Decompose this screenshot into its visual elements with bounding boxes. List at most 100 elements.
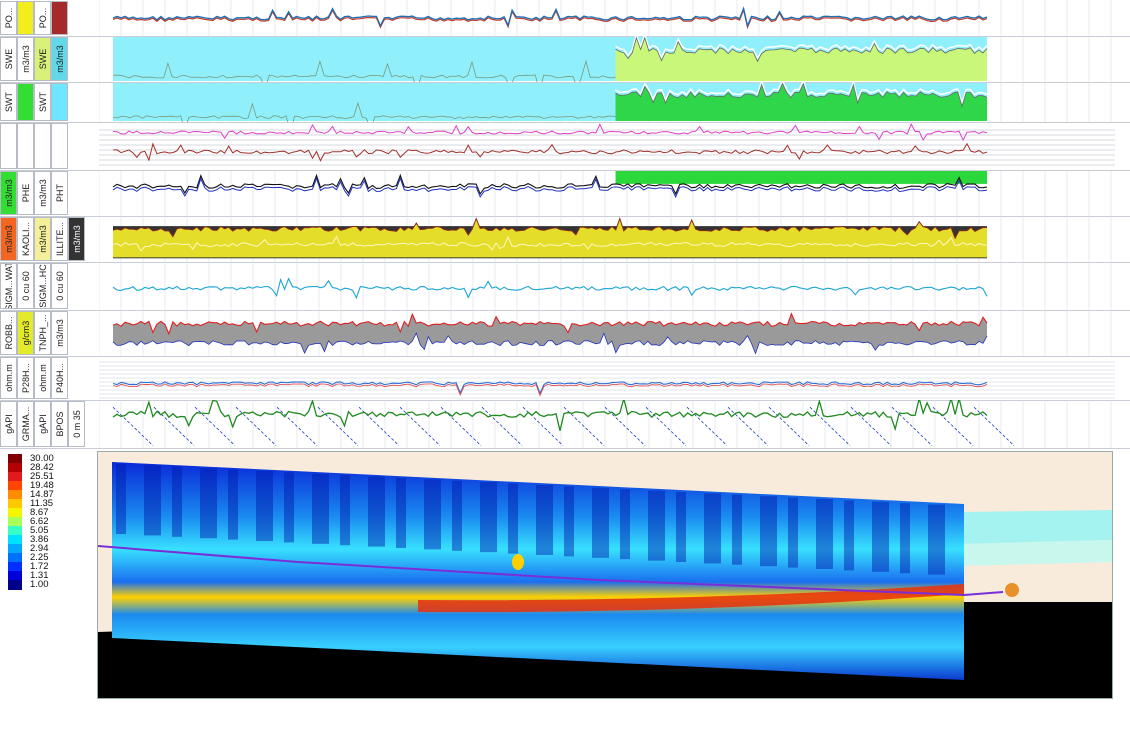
low-res-streak bbox=[480, 482, 497, 553]
log-curves-gr bbox=[99, 400, 1112, 448]
low-res-streak bbox=[620, 489, 630, 560]
log-track-sigm[interactable]: SIGM...WAT 0 cu 60 SIGM...HC 0 cu 60 bbox=[0, 262, 1130, 311]
track-header-p28h-3[interactable]: P40H... bbox=[51, 357, 68, 399]
track-header-label: m3/m3 bbox=[54, 45, 65, 73]
track-header-label: SWE bbox=[3, 48, 14, 70]
log-plot-blank[interactable] bbox=[99, 122, 1115, 170]
log-plot-gr[interactable] bbox=[99, 400, 1115, 448]
track-header-sigm-2[interactable]: SIGM...HC bbox=[34, 263, 51, 309]
track-header-label: m3/m3 bbox=[3, 179, 14, 207]
track-header-swt-0[interactable]: SWT bbox=[0, 83, 17, 121]
low-res-streak bbox=[424, 479, 441, 550]
layer-cyan bbox=[958, 510, 1112, 544]
track-header-blank-3[interactable] bbox=[51, 123, 68, 169]
track-header-pore-0[interactable]: PO... bbox=[0, 1, 17, 35]
track-header-kaol-4[interactable]: m3/m3 bbox=[68, 217, 85, 261]
track-header-label: PHT bbox=[54, 184, 65, 202]
track-header-gr-2[interactable]: gAPI bbox=[34, 401, 51, 447]
track-header-label: PO... bbox=[37, 7, 48, 29]
porosity-fill bbox=[615, 171, 987, 184]
log-track-gr[interactable]: gAPI GRMA... gAPI BPOS 0 m 35 bbox=[0, 400, 1130, 449]
track-header-label: SIGM...HC bbox=[37, 264, 48, 308]
track-header-phe-0[interactable]: m3/m3 bbox=[0, 171, 17, 215]
low-res-streak bbox=[844, 500, 854, 571]
log-track-swt[interactable]: SWT SWT bbox=[0, 82, 1130, 123]
log-plot-pore[interactable] bbox=[99, 0, 1115, 36]
track-header-phe-1[interactable]: PHE bbox=[17, 171, 34, 215]
bpos-curve bbox=[891, 406, 933, 446]
track-header-phe-3[interactable]: PHT bbox=[51, 171, 68, 215]
log-track-phe[interactable]: m3/m3 PHE m3/m3 PHT bbox=[0, 170, 1130, 217]
track-header-pore-2[interactable]: PO... bbox=[34, 1, 51, 35]
track-header-sigm-1[interactable]: 0 cu 60 bbox=[17, 263, 34, 309]
track-header-swt-1[interactable] bbox=[17, 83, 34, 121]
track-header-gr-1[interactable]: GRMA... bbox=[17, 401, 34, 447]
track-header-swe-3[interactable]: m3/m3 bbox=[51, 37, 68, 81]
low-res-streak bbox=[116, 464, 126, 534]
track-header-p28h-2[interactable]: ohm.m bbox=[34, 357, 51, 399]
track-header-blank-0[interactable] bbox=[0, 123, 17, 169]
track-header-kaol-2[interactable]: m3/m3 bbox=[34, 217, 51, 261]
track-header-label: m3/m3 bbox=[3, 225, 14, 253]
sigm-curve bbox=[112, 277, 988, 300]
low-res-streak bbox=[536, 485, 553, 555]
track-header-label: m3/m3 bbox=[37, 179, 48, 207]
track-header-blank-2[interactable] bbox=[34, 123, 51, 169]
track-header-swe-0[interactable]: SWE bbox=[0, 37, 17, 81]
track-header-p28h-1[interactable]: P28H... bbox=[17, 357, 34, 399]
track-header-gr-3[interactable]: BPOS bbox=[51, 401, 68, 447]
log-track-pore[interactable]: PO... PO... bbox=[0, 0, 1130, 37]
track-header-label: 0 cu 60 bbox=[54, 271, 65, 301]
log-track-swe[interactable]: SWE m3/m3 SWE m3/m3 bbox=[0, 36, 1130, 83]
log-curves-phe bbox=[99, 170, 1112, 216]
track-header-kaol-0[interactable]: m3/m3 bbox=[0, 217, 17, 261]
track-header-label: TNPH_... bbox=[37, 314, 48, 352]
track-header-gr-4[interactable]: 0 m 35 bbox=[68, 401, 85, 447]
track-header-rob-2[interactable]: TNPH_... bbox=[34, 311, 51, 355]
track-header-p28h-0[interactable]: ohm.m bbox=[0, 357, 17, 399]
track-header-gr-0[interactable]: gAPI bbox=[0, 401, 17, 447]
log-plot-kaol[interactable] bbox=[99, 216, 1115, 262]
track-header-label: KAOLI... bbox=[20, 221, 31, 257]
low-res-streak bbox=[872, 501, 889, 572]
log-curves-blank bbox=[99, 123, 1115, 166]
log-plot-swt[interactable] bbox=[99, 82, 1115, 122]
log-plot-sigm[interactable] bbox=[99, 262, 1115, 310]
track-header-pore-1[interactable] bbox=[17, 1, 34, 35]
track-header-swt-3[interactable] bbox=[51, 83, 68, 121]
log-track-rob[interactable]: ROBB... g/cm3 TNPH_... m3/m3 bbox=[0, 310, 1130, 357]
log-plot-p28h[interactable] bbox=[99, 356, 1115, 400]
log-track-blank[interactable] bbox=[0, 122, 1130, 171]
track-header-phe-2[interactable]: m3/m3 bbox=[34, 171, 51, 215]
log-plot-swe[interactable] bbox=[99, 36, 1115, 82]
track-header-label: BPOS bbox=[54, 411, 65, 437]
curve-magenta bbox=[112, 123, 988, 142]
low-res-streak bbox=[396, 478, 406, 548]
reservoir-section-view[interactable] bbox=[97, 451, 1113, 699]
track-header-label: SWT bbox=[3, 92, 14, 112]
log-track-p28h[interactable]: ohm.m P28H... ohm.m P40H... bbox=[0, 356, 1130, 401]
track-header-sigm-0[interactable]: SIGM...WAT bbox=[0, 263, 17, 309]
p28h-curve bbox=[112, 383, 988, 397]
track-header-swe-2[interactable]: SWE bbox=[34, 37, 51, 81]
track-header-label: 0 cu 60 bbox=[20, 271, 31, 301]
log-plot-rob[interactable] bbox=[99, 310, 1115, 356]
track-header-kaol-1[interactable]: KAOLI... bbox=[17, 217, 34, 261]
track-header-kaol-3[interactable]: ILLITE... bbox=[51, 217, 68, 261]
track-header-rob-0[interactable]: ROBB... bbox=[0, 311, 17, 355]
track-header-sigm-3[interactable]: 0 cu 60 bbox=[51, 263, 68, 309]
track-header-rob-3[interactable]: m3/m3 bbox=[51, 311, 68, 355]
log-plot-phe[interactable] bbox=[99, 170, 1115, 216]
track-header-swt-2[interactable]: SWT bbox=[34, 83, 51, 121]
low-res-streak bbox=[228, 469, 238, 540]
track-header-rob-1[interactable]: g/cm3 bbox=[17, 311, 34, 355]
low-res-streak bbox=[928, 504, 945, 575]
track-header-swe-1[interactable]: m3/m3 bbox=[17, 37, 34, 81]
track-header-pore-3[interactable] bbox=[51, 1, 68, 35]
track-header-label: P28H... bbox=[20, 362, 31, 394]
low-res-streak bbox=[732, 494, 742, 565]
track-header-blank-1[interactable] bbox=[17, 123, 34, 169]
curve-darkred bbox=[112, 142, 988, 162]
log-track-kaol[interactable]: m3/m3 KAOLI... m3/m3 ILLITE... m3/m3 bbox=[0, 216, 1130, 263]
track-header-label: 0 m 35 bbox=[71, 410, 82, 438]
